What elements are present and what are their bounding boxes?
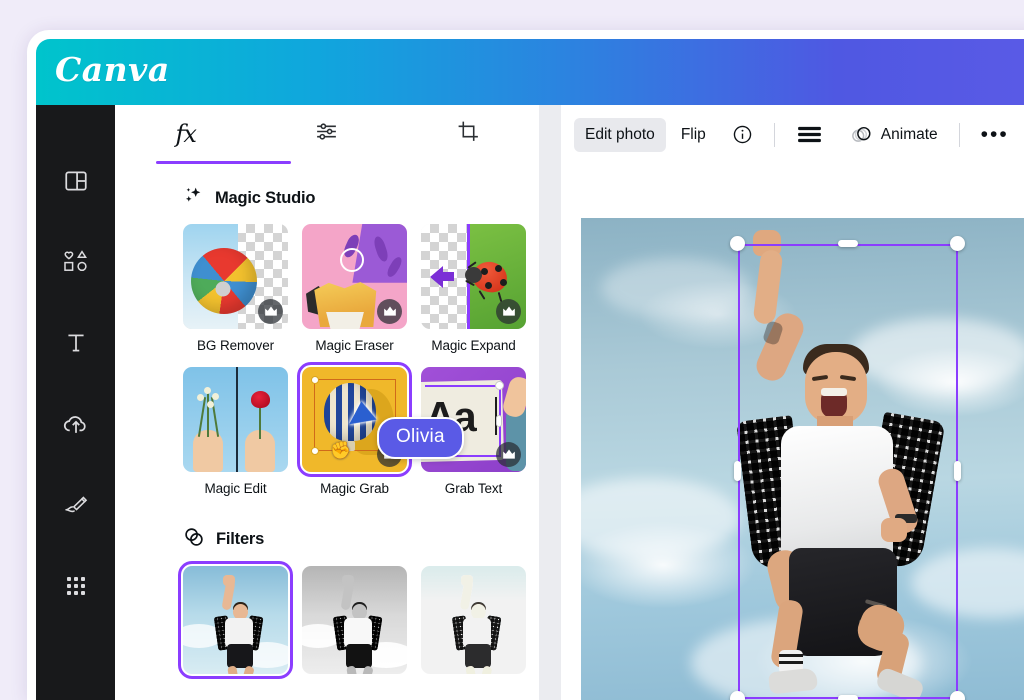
pro-crown-badge	[496, 299, 521, 324]
tool-tile-magic-eraser[interactable]	[302, 224, 407, 329]
toolbar-divider	[958, 122, 960, 147]
jumping-man-subject	[709, 230, 959, 700]
left-sidebar-rail	[36, 105, 115, 700]
collaborator-cursor-label: Olivia	[377, 417, 464, 459]
tool-cell-magic-expand: Magic Expand	[421, 224, 526, 353]
selection-handle-top-center[interactable]	[838, 240, 858, 247]
layout-panel-icon	[63, 168, 89, 194]
selection-handle-bottom-left[interactable]	[730, 691, 745, 700]
fx-icon: fx	[175, 120, 196, 148]
device-frame: Canva fx Magic Studio BG Remover Magic E…	[27, 30, 1024, 700]
filter-thumb-greyscale[interactable]	[302, 566, 407, 674]
tool-cell-bg-remover: BG Remover	[183, 224, 288, 353]
panel-tab-strip: fx	[115, 105, 539, 164]
canva-logo[interactable]: Canva	[55, 50, 170, 89]
panel-canvas-gutter	[539, 105, 561, 700]
selection-handle-middle-right[interactable]	[954, 461, 961, 481]
position-button[interactable]	[785, 118, 834, 152]
more-dots-icon: •••	[980, 123, 1009, 146]
cloud-upload-icon	[62, 411, 90, 437]
tab-effects[interactable]: fx	[115, 105, 256, 163]
photo-toolbar: Edit photo Flip Animate •••	[561, 105, 1024, 164]
tool-label: Magic Edit	[204, 481, 267, 496]
position-lines-icon	[796, 125, 823, 144]
tool-cell-magic-edit: Magic Edit	[183, 367, 288, 496]
sidebar-item-elements[interactable]	[48, 234, 104, 290]
sparkle-icon	[183, 185, 204, 211]
tab-adjust[interactable]	[256, 105, 397, 163]
pen-draw-icon	[62, 493, 89, 517]
animate-button[interactable]: Animate	[838, 118, 949, 152]
screenshot-root: Canva fx Magic Studio BG Remover Magic E…	[0, 0, 1024, 700]
edit-photo-label: Edit photo	[585, 125, 655, 143]
selection-handle-top-right[interactable]	[950, 236, 965, 251]
section-title: Filters	[216, 530, 265, 548]
info-button[interactable]	[721, 118, 764, 152]
sidebar-item-draw[interactable]	[48, 477, 104, 533]
magic-studio-row-2: Magic Edit ✊ Magic Grab Grab Text	[115, 362, 539, 496]
adjust-sliders-icon	[314, 119, 339, 149]
tool-cell-magic-eraser: Magic Eraser	[302, 224, 407, 353]
tool-label: Magic Eraser	[315, 338, 394, 353]
toolbar-divider	[773, 122, 775, 147]
tool-label: Grab Text	[444, 481, 503, 496]
pro-crown-badge	[377, 299, 402, 324]
active-tab-indicator	[156, 161, 291, 164]
selection-handle-bottom-center[interactable]	[838, 695, 858, 700]
flower-rose-thumb	[183, 367, 288, 472]
tab-crop[interactable]	[398, 105, 539, 163]
shapes-icon	[62, 249, 90, 275]
canva-window: Canva fx Magic Studio BG Remover Magic E…	[36, 39, 1024, 700]
effects-side-panel: fx Magic Studio BG Remover Magic Eraser …	[115, 105, 539, 700]
selection-handle-middle-left[interactable]	[734, 461, 741, 481]
sidebar-item-uploads[interactable]	[48, 396, 104, 452]
magic-studio-row-1: BG Remover Magic Eraser Magic Expand	[115, 224, 539, 353]
pro-crown-badge	[496, 442, 521, 467]
filters-circles-icon	[183, 526, 205, 553]
flip-button[interactable]: Flip	[670, 118, 717, 152]
pro-crown-badge	[258, 299, 283, 324]
canvas-photo[interactable]	[581, 218, 1024, 700]
edit-photo-button[interactable]: Edit photo	[574, 117, 666, 152]
tool-label: BG Remover	[196, 338, 275, 353]
tool-tile-magic-edit[interactable]	[183, 367, 288, 472]
sidebar-item-apps[interactable]	[48, 558, 104, 614]
selection-handle-top-left[interactable]	[730, 236, 745, 251]
grid-apps-icon	[64, 574, 88, 598]
sidebar-item-design-panel[interactable]	[48, 153, 104, 209]
crop-icon	[456, 119, 481, 149]
filter-thumb-bright[interactable]	[421, 566, 526, 674]
flip-label: Flip	[680, 125, 706, 143]
animate-label: Animate	[880, 125, 938, 143]
magic-studio-header: Magic Studio	[183, 185, 539, 211]
tool-tile-magic-expand[interactable]	[421, 224, 526, 329]
sidebar-item-text[interactable]	[48, 315, 104, 371]
grab-hand-icon: ✊	[330, 441, 352, 460]
animate-circles-icon	[849, 124, 874, 146]
tool-tile-bg-remover[interactable]	[183, 224, 288, 329]
selection-handle-bottom-right[interactable]	[950, 691, 965, 700]
filters-thumb-row	[115, 561, 539, 679]
canvas-area: Edit photo Flip Animate •••	[561, 105, 1024, 700]
filter-thumb-original[interactable]	[178, 561, 293, 679]
more-options-button[interactable]: •••	[970, 118, 1020, 152]
section-title: Magic Studio	[215, 188, 316, 207]
tool-label: Magic Expand	[431, 338, 516, 353]
filters-header: Filters	[183, 526, 539, 553]
info-circle-icon	[732, 124, 753, 145]
tool-label: Magic Grab	[320, 481, 389, 496]
brand-header-bar: Canva	[36, 39, 1024, 105]
text-t-icon	[63, 330, 89, 356]
